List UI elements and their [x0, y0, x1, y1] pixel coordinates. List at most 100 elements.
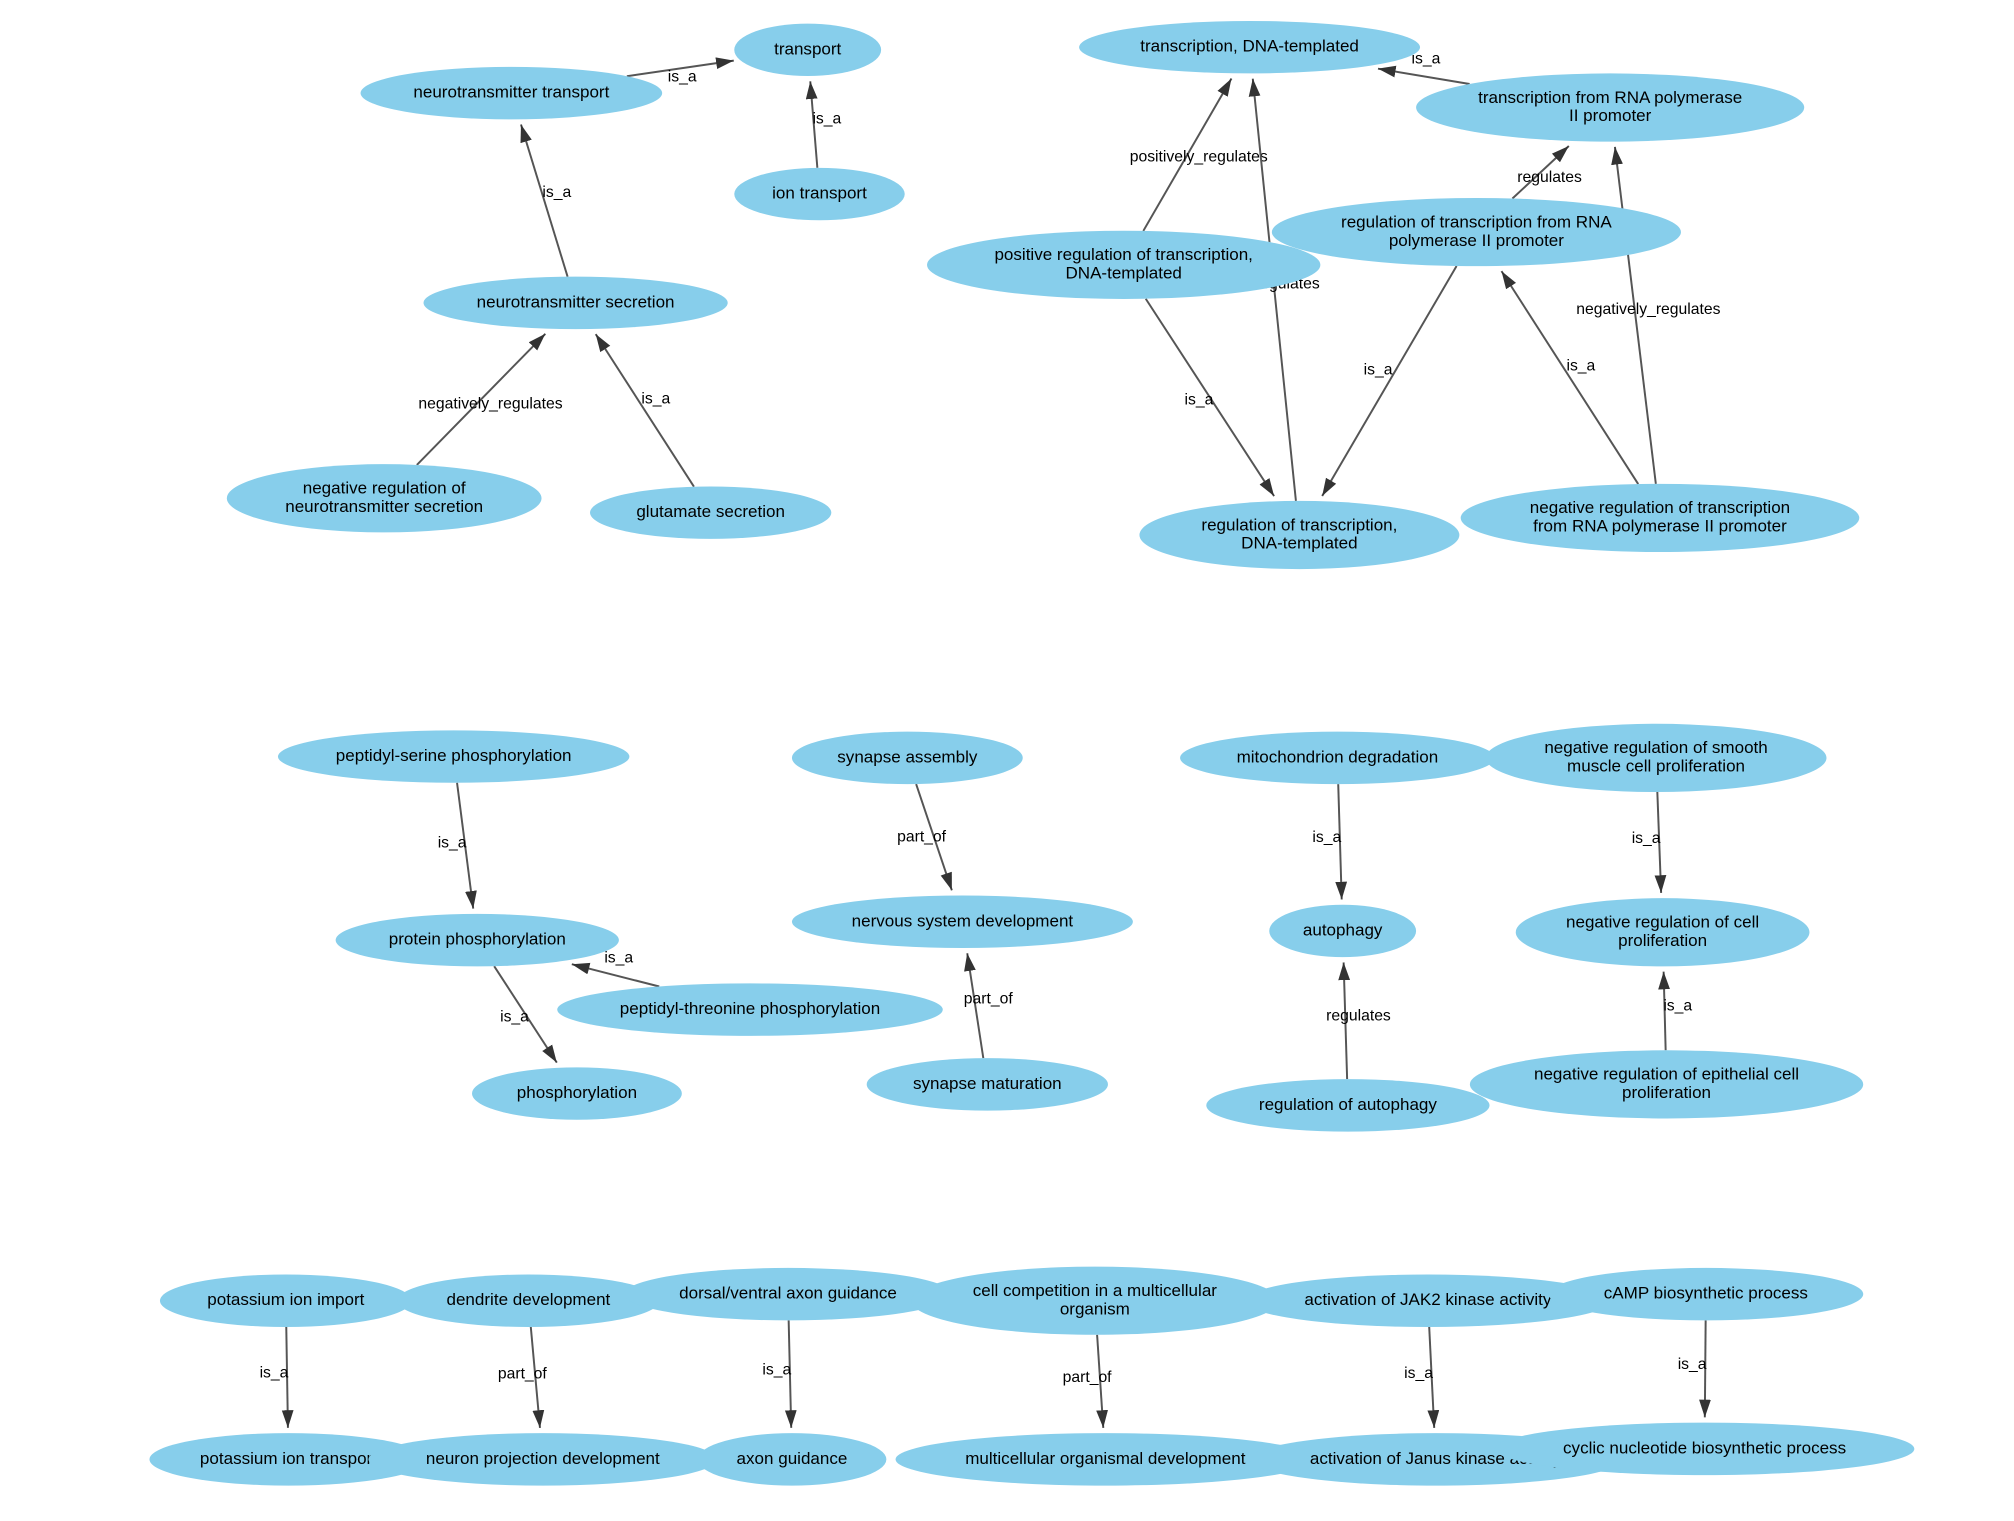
edge-label: is_a: [1312, 829, 1341, 846]
node-label: muscle cell proliferation: [1567, 757, 1745, 776]
edge-label: is_a: [812, 110, 841, 127]
node-cell_comp[interactable]: cell competition in a multicellularorgan…: [911, 1267, 1278, 1335]
node-label: transcription from RNA polymerase: [1478, 88, 1742, 107]
node-label: potassium ion transport: [200, 1449, 377, 1468]
node-label: negative regulation of cell: [1566, 913, 1759, 932]
node-dv_axon_guidance[interactable]: dorsal/ventral axon guidance: [624, 1268, 952, 1320]
node-label: dorsal/ventral axon guidance: [679, 1284, 897, 1303]
node-label: polymerase II promoter: [1389, 231, 1564, 250]
node-label: nervous system development: [852, 911, 1074, 930]
edge-label: is_a: [438, 834, 467, 851]
edge-label: is_a: [1412, 50, 1441, 67]
edge-label: is_a: [1364, 361, 1393, 378]
node-label: ion transport: [772, 184, 867, 203]
node-axon_guidance[interactable]: axon guidance: [698, 1433, 887, 1485]
node-neg_reg_neuro_sec[interactable]: negative regulation ofneurotransmitter s…: [227, 464, 542, 532]
edge-dendrite_dev-neuron_proj_dev: part_of: [498, 1327, 548, 1428]
node-nervous_sys_dev[interactable]: nervous system development: [792, 896, 1133, 948]
node-label: II promoter: [1569, 106, 1652, 125]
edge-potassium_import-potassium_transport: is_a: [260, 1327, 289, 1428]
node-potassium_import[interactable]: potassium ion import: [160, 1274, 412, 1326]
node-mito_degradation[interactable]: mitochondrion degradation: [1180, 732, 1495, 784]
edge-neurotransmitter_secretion-neurotransmitter_transport: is_a: [521, 125, 572, 277]
edge-label: negatively_regulates: [1576, 301, 1720, 318]
edge-reg_trans_polii-transcription_polii: regulates: [1512, 146, 1582, 199]
node-label: mitochondrion degradation: [1237, 747, 1439, 766]
edge-dv_axon_guidance-axon_guidance: is_a: [762, 1320, 791, 1428]
edge-cell_comp-multi_org_dev: part_of: [1063, 1335, 1113, 1428]
edge-neg_reg_neuro_sec-neurotransmitter_secretion: negatively_regulates: [417, 334, 563, 465]
node-label: autophagy: [1303, 920, 1383, 939]
edge-label: is_a: [1566, 358, 1595, 375]
node-label: protein phosphorylation: [389, 930, 566, 949]
edge-label: regulates: [1326, 1007, 1391, 1024]
node-label: positive regulation of transcription,: [994, 245, 1252, 264]
edge-pos_reg_trans_dna-reg_trans_dna: is_a: [1146, 299, 1274, 496]
node-label: organism: [1060, 1299, 1130, 1318]
node-dendrite_dev[interactable]: dendrite development: [397, 1274, 659, 1326]
node-label: from RNA polymerase II promoter: [1533, 517, 1787, 536]
edge-reg_trans_dna-transcription_dna: regulates: [1253, 79, 1320, 501]
edge-label: is_a: [1632, 830, 1661, 847]
edge-label: is_a: [500, 1009, 529, 1026]
node-reg_trans_polii[interactable]: regulation of transcription from RNApoly…: [1272, 198, 1681, 266]
edge-label: is_a: [604, 950, 633, 967]
node-synapse_maturation[interactable]: synapse maturation: [867, 1058, 1108, 1110]
node-transport[interactable]: transport: [734, 24, 881, 76]
node-neuron_proj_dev[interactable]: neuron projection development: [368, 1433, 717, 1485]
edge-neg_reg_trans_polii-transcription_polii: negatively_regulates: [1576, 147, 1720, 484]
edge-synapse_maturation-nervous_sys_dev: part_of: [964, 953, 1014, 1058]
node-ion_transport[interactable]: ion transport: [734, 168, 904, 220]
node-label: proliferation: [1618, 931, 1707, 950]
node-protein_phos[interactable]: protein phosphorylation: [336, 914, 619, 966]
node-peptidyl_serine[interactable]: peptidyl-serine phosphorylation: [278, 730, 629, 782]
node-label: synapse assembly: [837, 747, 978, 766]
node-neurotransmitter_transport[interactable]: neurotransmitter transport: [361, 67, 663, 119]
edge-protein_phos-phosphorylation: is_a: [494, 966, 557, 1062]
node-glutamate_secretion[interactable]: glutamate secretion: [590, 486, 831, 538]
node-reg_trans_dna[interactable]: regulation of transcription,DNA-template…: [1139, 501, 1459, 569]
edge-reg_autophagy-autophagy: regulates: [1326, 962, 1391, 1079]
node-label: glutamate secretion: [636, 502, 785, 521]
node-transcription_polii[interactable]: transcription from RNA polymeraseII prom…: [1416, 73, 1804, 141]
edge-label: part_of: [498, 1366, 548, 1383]
edge-label: part_of: [897, 828, 947, 845]
node-label: regulation of transcription,: [1201, 515, 1397, 534]
edge-glutamate_secretion-neurotransmitter_secretion: is_a: [596, 334, 694, 487]
node-label: peptidyl-serine phosphorylation: [336, 746, 572, 765]
edge-peptidyl_serine-protein_phos: is_a: [438, 783, 474, 909]
node-phosphorylation[interactable]: phosphorylation: [472, 1067, 682, 1119]
node-label: cell competition in a multicellular: [973, 1281, 1218, 1300]
node-label: regulation of transcription from RNA: [1341, 212, 1612, 231]
edge-label: is_a: [1404, 1365, 1433, 1382]
node-label: cyclic nucleotide biosynthetic process: [1563, 1438, 1846, 1457]
node-peptidyl_threonine[interactable]: peptidyl-threonine phosphorylation: [557, 983, 942, 1035]
node-neg_reg_trans_polii[interactable]: negative regulation of transcriptionfrom…: [1461, 484, 1860, 552]
edge-camp_bio-cyclic_nuc_bio: is_a: [1678, 1320, 1707, 1417]
node-neurotransmitter_secretion[interactable]: neurotransmitter secretion: [424, 277, 728, 329]
edge-label: is_a: [762, 1361, 791, 1378]
edge-label: is_a: [542, 184, 571, 201]
node-pos_reg_trans_dna[interactable]: positive regulation of transcription,DNA…: [927, 231, 1320, 299]
node-neg_reg_smooth[interactable]: negative regulation of smoothmuscle cell…: [1486, 724, 1827, 792]
node-reg_autophagy[interactable]: regulation of autophagy: [1206, 1079, 1489, 1131]
node-neg_reg_cell_prolif[interactable]: negative regulation of cellproliferation: [1516, 898, 1810, 966]
node-label: synapse maturation: [913, 1074, 1062, 1093]
node-label: cAMP biosynthetic process: [1604, 1284, 1808, 1303]
node-label: regulation of autophagy: [1259, 1095, 1438, 1114]
edge-label: is_a: [641, 390, 670, 407]
edge-label: is_a: [668, 68, 697, 85]
node-cyclic_nuc_bio[interactable]: cyclic nucleotide biosynthetic process: [1495, 1423, 1915, 1475]
node-camp_bio[interactable]: cAMP biosynthetic process: [1549, 1268, 1864, 1320]
node-autophagy[interactable]: autophagy: [1269, 905, 1416, 957]
node-label: DNA-templated: [1065, 264, 1181, 283]
edge-neg_reg_epith-neg_reg_cell_prolif: is_a: [1663, 972, 1692, 1051]
edge-label: part_of: [1063, 1369, 1113, 1386]
node-neg_reg_epith[interactable]: negative regulation of epithelial cellpr…: [1470, 1050, 1863, 1118]
node-transcription_dna[interactable]: transcription, DNA-templated: [1079, 21, 1420, 73]
node-label: negative regulation of: [303, 479, 466, 498]
node-label: negative regulation of transcription: [1530, 498, 1790, 517]
node-synapse_assembly[interactable]: synapse assembly: [792, 732, 1023, 784]
edge-mito_degradation-autophagy: is_a: [1312, 784, 1341, 899]
node-label: peptidyl-threonine phosphorylation: [620, 999, 880, 1018]
